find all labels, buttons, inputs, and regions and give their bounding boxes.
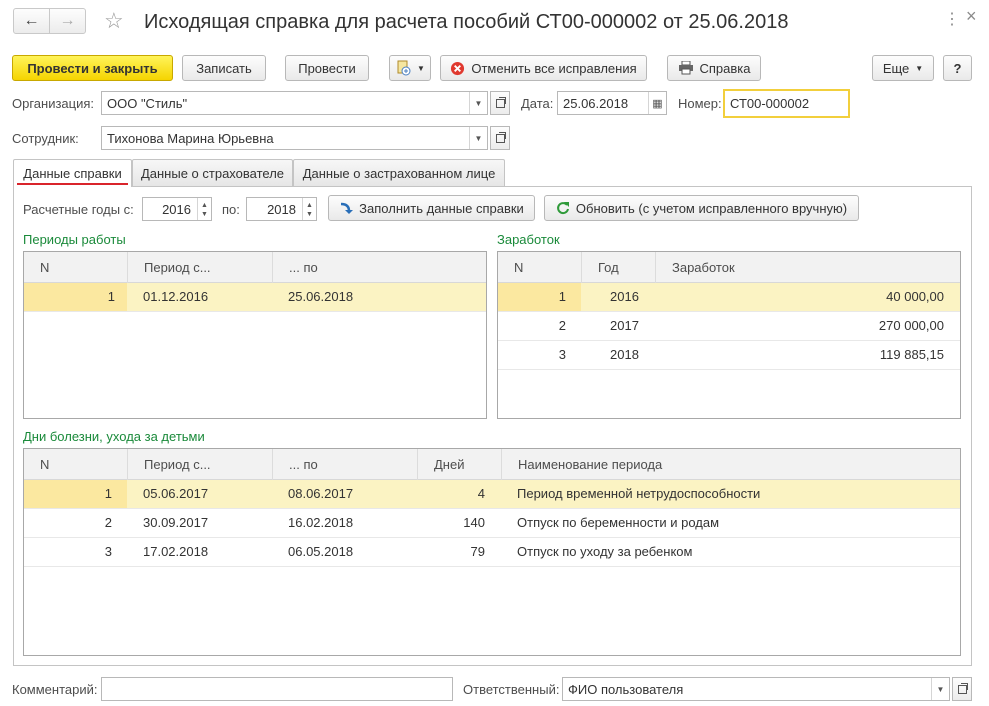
forward-button[interactable]: → <box>49 8 86 34</box>
cancel-all-corrections-button[interactable]: Отменить все исправления <box>440 55 647 81</box>
tab-certificate-data[interactable]: Данные справки <box>13 159 132 187</box>
chevron-down-icon[interactable]: ▼ <box>469 92 487 114</box>
arrow-right-icon: → <box>59 12 76 29</box>
calendar-icon[interactable]: ▦ <box>648 92 666 114</box>
back-button[interactable]: ← <box>13 8 50 34</box>
chevron-down-icon[interactable]: ▼ <box>931 678 949 700</box>
more-button[interactable]: Еще ▼ <box>872 55 934 81</box>
chevron-down-icon[interactable]: ▼ <box>469 127 487 149</box>
years-to-label: по: <box>222 202 240 217</box>
organization-field[interactable]: ООО "Стиль" ▼ <box>101 91 488 115</box>
table-row[interactable]: 2 30.09.2017 16.02.2018 140 Отпуск по бе… <box>24 509 960 538</box>
year-to-field[interactable]: 2018 ▲ ▼ <box>246 197 317 221</box>
organization-label: Организация: <box>12 96 95 111</box>
table-row[interactable]: 1 2016 40 000,00 <box>498 283 960 312</box>
employee-field[interactable]: Тихонова Марина Юрьевна ▼ <box>101 126 488 150</box>
number-label: Номер: <box>678 96 722 111</box>
close-icon[interactable]: × <box>966 6 977 27</box>
save-button[interactable]: Записать <box>182 55 266 81</box>
work-periods-table[interactable]: N Период с... ... по 1 01.12.2016 25.06.… <box>23 251 487 419</box>
more-icon[interactable]: ⋮ <box>944 9 960 29</box>
help-button[interactable]: ? <box>943 55 972 81</box>
work-periods-title: Периоды работы <box>23 232 126 247</box>
fill-certificate-button[interactable]: Заполнить данные справки <box>328 195 535 221</box>
post-button[interactable]: Провести <box>285 55 369 81</box>
earnings-title: Заработок <box>497 232 560 247</box>
open-icon <box>957 682 968 694</box>
stepper-icon[interactable]: ▲ ▼ <box>302 198 316 220</box>
document-create-icon <box>397 60 411 76</box>
employee-open-button[interactable] <box>490 126 510 150</box>
arrow-left-icon: ← <box>23 12 40 29</box>
table-row[interactable]: 1 05.06.2017 08.06.2017 4 Период временн… <box>24 480 960 509</box>
favorite-star-icon[interactable]: ☆ <box>104 8 124 34</box>
table-row[interactable]: 3 17.02.2018 06.05.2018 79 Отпуск по ухо… <box>24 538 960 567</box>
years-from-label: Расчетные годы с: <box>23 202 134 217</box>
employee-label: Сотрудник: <box>12 131 79 146</box>
date-label: Дата: <box>521 96 554 111</box>
organization-open-button[interactable] <box>490 91 510 115</box>
open-icon <box>495 131 506 143</box>
post-and-close-button[interactable]: Провести и закрыть <box>12 55 173 81</box>
tab-insured-person-data[interactable]: Данные о застрахованном лице <box>293 159 505 186</box>
printer-icon <box>678 61 693 75</box>
chevron-down-icon: ▼ <box>417 63 425 73</box>
table-header: N Год Заработок <box>498 252 960 283</box>
open-icon <box>495 96 506 108</box>
responsible-open-button[interactable] <box>952 677 972 701</box>
stepper-icon[interactable]: ▲ ▼ <box>197 198 211 220</box>
certificate-print-button[interactable]: Справка <box>667 55 761 81</box>
fill-arrow-icon <box>341 202 354 214</box>
year-from-field[interactable]: 2016 ▲ ▼ <box>142 197 212 221</box>
refresh-button[interactable]: Обновить (с учетом исправленного вручную… <box>544 195 859 221</box>
number-field[interactable]: СТ00-000002 <box>723 89 850 118</box>
cancel-icon <box>451 61 465 75</box>
table-row[interactable]: 1 01.12.2016 25.06.2018 <box>24 283 486 312</box>
comment-field[interactable] <box>101 677 453 701</box>
chevron-down-icon: ▼ <box>915 63 924 73</box>
table-header: N Период с... ... по Дней Наименование п… <box>24 449 960 480</box>
sick-days-table[interactable]: N Период с... ... по Дней Наименование п… <box>23 448 961 656</box>
table-row[interactable]: 3 2018 119 885,15 <box>498 341 960 370</box>
table-row[interactable]: 2 2017 270 000,00 <box>498 312 960 341</box>
tab-insurer-data[interactable]: Данные о страхователе <box>132 159 293 186</box>
earnings-table[interactable]: N Год Заработок 1 2016 40 000,00 2 2017 … <box>497 251 961 419</box>
date-field[interactable]: 25.06.2018 ▦ <box>557 91 667 115</box>
create-based-on-button[interactable]: ▼ <box>389 55 431 81</box>
responsible-field[interactable]: ФИО пользователя ▼ <box>562 677 950 701</box>
responsible-label: Ответственный: <box>463 682 560 697</box>
refresh-icon <box>557 202 569 215</box>
sick-days-title: Дни болезни, ухода за детьми <box>23 429 205 444</box>
window-title: Исходящая справка для расчета пособий СТ… <box>144 11 789 33</box>
table-header: N Период с... ... по <box>24 252 486 283</box>
comment-label: Комментарий: <box>12 682 98 697</box>
